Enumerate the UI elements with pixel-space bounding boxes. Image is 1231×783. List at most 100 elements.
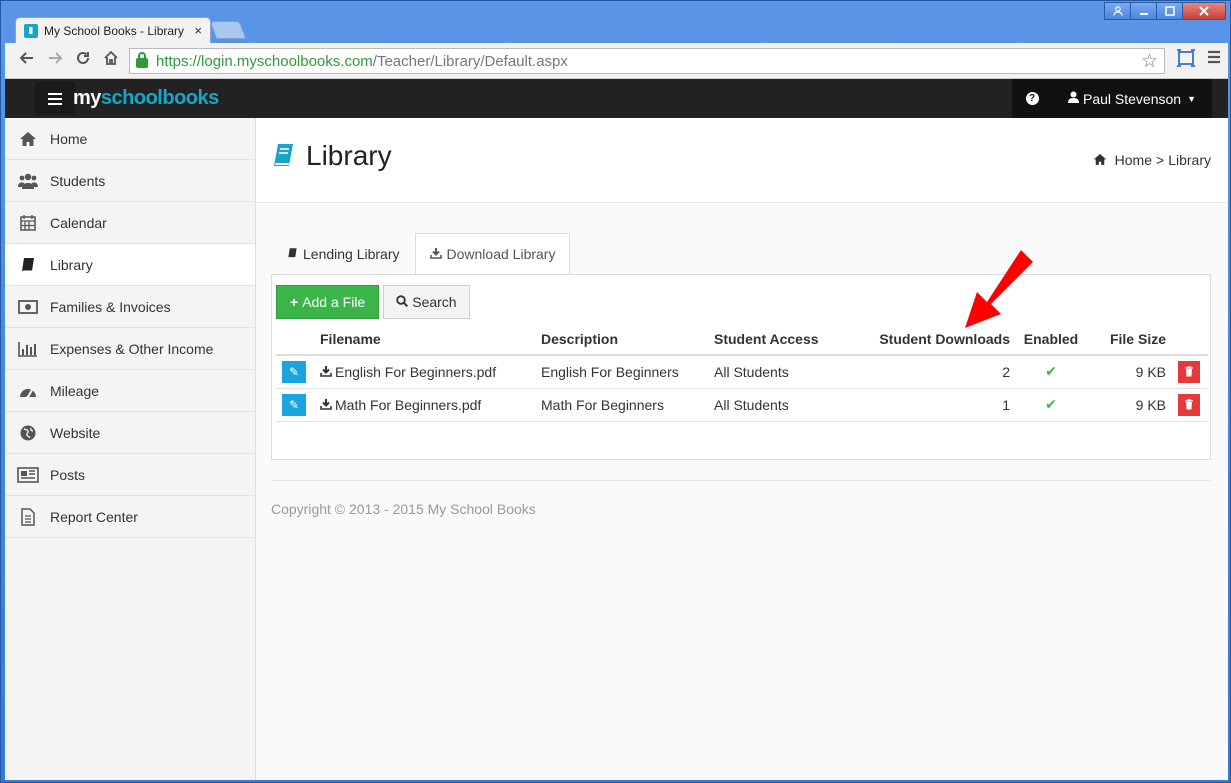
search-icon	[396, 294, 409, 310]
lock-icon	[136, 52, 148, 68]
tab-download-library[interactable]: Download Library	[414, 233, 571, 274]
page-book-icon	[274, 144, 293, 166]
cast-icon[interactable]	[1176, 49, 1196, 72]
sidebar-item-label: Calendar	[50, 214, 107, 231]
student-access: All Students	[708, 388, 868, 422]
tab-lending-library[interactable]: Lending Library	[272, 233, 415, 274]
download-icon	[320, 364, 332, 380]
download-library-panel: + Add a File Search Filename Description…	[271, 274, 1211, 460]
footer-divider	[271, 480, 1211, 481]
breadcrumb: Home > Library	[1093, 152, 1211, 168]
student-downloads: 1	[868, 388, 1016, 422]
sidebar-item-expenses[interactable]: Expenses & Other Income	[5, 328, 255, 370]
book-icon	[17, 256, 39, 274]
search-button[interactable]: Search	[383, 285, 470, 319]
sidebar-item-posts[interactable]: Posts	[5, 454, 255, 496]
browser-tab[interactable]: ▮ My School Books - Library ×	[15, 17, 211, 43]
sidebar-item-home[interactable]: Home	[5, 118, 255, 160]
student-downloads: 2	[868, 355, 1016, 389]
bookmark-star-icon[interactable]: ☆	[1141, 50, 1158, 73]
sidebar-item-calendar[interactable]: Calendar	[5, 202, 255, 244]
file-link[interactable]: Math For Beginners.pdf	[314, 388, 535, 422]
sidebar-toggle-icon[interactable]	[35, 82, 75, 115]
enabled-check-icon: ✔	[1045, 396, 1057, 412]
file-link[interactable]: English For Beginners.pdf	[314, 355, 535, 389]
tab-close-icon[interactable]: ×	[194, 23, 202, 38]
files-table: Filename Description Student Access Stud…	[276, 323, 1208, 422]
library-tabs: Lending Library Download Library	[272, 233, 571, 274]
annotation-arrow-icon	[965, 250, 1033, 328]
sidebar-item-label: Students	[50, 172, 106, 189]
sidebar-item-label: Library	[50, 256, 93, 273]
back-icon[interactable]	[13, 50, 41, 71]
forward-icon[interactable]	[41, 50, 69, 71]
sidebar-item-website[interactable]: Website	[5, 412, 255, 454]
sidebar-item-label: Mileage	[50, 382, 100, 399]
edit-icon[interactable]: ✎	[282, 360, 306, 383]
sidebar-item-label: Expenses & Other Income	[50, 340, 214, 357]
globe-icon	[17, 424, 39, 442]
minimize-icon[interactable]	[1130, 2, 1157, 20]
user-icon	[1068, 91, 1079, 106]
toolbar-right	[1176, 49, 1222, 72]
help-icon: ?	[1025, 92, 1039, 105]
help-button[interactable]: ?	[1012, 79, 1052, 118]
reload-icon[interactable]	[69, 50, 97, 71]
user-name: Paul Stevenson	[1083, 90, 1182, 107]
sidebar: Home Students Calendar Library Families …	[5, 118, 256, 780]
breadcrumb-separator: >	[1156, 152, 1165, 168]
add-file-button[interactable]: + Add a File	[276, 285, 380, 319]
sidebar-item-label: Home	[50, 130, 88, 147]
url-scheme: https://	[156, 52, 202, 70]
calendar-icon	[17, 214, 39, 232]
bar-chart-icon	[17, 340, 39, 358]
sidebar-item-library[interactable]: Library	[5, 244, 255, 286]
window-controls	[1104, 2, 1226, 20]
sidebar-item-families-invoices[interactable]: Families & Invoices	[5, 286, 255, 328]
sidebar-item-students[interactable]: Students	[5, 160, 255, 202]
brand-logo[interactable]: myschoolbooks	[73, 87, 219, 110]
plus-icon: +	[290, 294, 299, 310]
dashboard-icon	[17, 382, 39, 400]
file-text-icon	[17, 507, 39, 526]
breadcrumb-home-link[interactable]: Home	[1115, 152, 1152, 168]
newspaper-icon	[17, 466, 39, 484]
brand-logo-part1: my	[73, 87, 101, 109]
page-title: Library	[272, 140, 392, 172]
table-row: ✎ English For Beginners.pdf English For …	[276, 355, 1208, 389]
sidebar-item-mileage[interactable]: Mileage	[5, 370, 255, 412]
user-menu-button[interactable]: Paul Stevenson ▼	[1052, 79, 1212, 118]
filename: English For Beginners.pdf	[335, 363, 497, 380]
sidebar-item-label: Posts	[50, 466, 86, 483]
new-tab-button[interactable]	[209, 21, 247, 39]
url-path: /Teacher/Library/Default.aspx	[372, 52, 568, 70]
users-icon	[17, 172, 39, 190]
maximize-icon[interactable]	[1156, 2, 1183, 20]
top-navbar: myschoolbooks ? Paul Stevenson ▼	[5, 79, 1228, 118]
header-filename: Filename	[314, 323, 535, 356]
edit-icon[interactable]: ✎	[282, 393, 306, 416]
search-label: Search	[412, 294, 457, 310]
delete-trash-icon[interactable]	[1178, 360, 1200, 383]
address-bar[interactable]: https:// login.myschoolbooks.com /Teache…	[129, 48, 1165, 74]
home-icon	[17, 130, 39, 148]
action-buttons: + Add a File Search	[276, 285, 470, 319]
page-header: Library Home > Library	[256, 118, 1228, 203]
profile-user-icon[interactable]	[1104, 2, 1131, 20]
sidebar-item-label: Families & Invoices	[50, 298, 171, 315]
sidebar-item-label: Website	[50, 424, 101, 441]
menu-icon[interactable]	[1206, 49, 1222, 72]
download-icon	[429, 247, 442, 262]
header-delete	[1172, 323, 1208, 356]
page-title-text: Library	[306, 140, 392, 171]
delete-trash-icon[interactable]	[1178, 393, 1200, 416]
browser-home-icon[interactable]	[97, 50, 125, 71]
table-header-row: Filename Description Student Access Stud…	[276, 323, 1208, 356]
sidebar-item-label: Report Center	[50, 508, 138, 525]
url-host: login.myschoolbooks.com	[201, 52, 373, 70]
add-file-label: Add a File	[302, 294, 366, 310]
description: English For Beginners	[535, 355, 708, 389]
caret-down-icon: ▼	[1187, 93, 1196, 104]
close-window-icon[interactable]	[1182, 2, 1226, 20]
sidebar-item-report-center[interactable]: Report Center	[5, 496, 255, 538]
